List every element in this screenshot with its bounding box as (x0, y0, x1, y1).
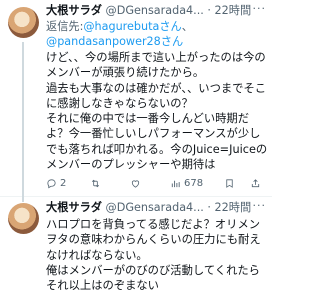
user-handle[interactable]: @DGensarada4... (106, 201, 204, 214)
mention-link[interactable]: @hagurebutaさん (83, 20, 181, 33)
more-options-icon[interactable]: ··· (253, 199, 267, 212)
like-button[interactable] (130, 178, 141, 189)
thread-connector-line (22, 42, 24, 202)
tweet-text-content: けど、、今の場所まで這い上がったのは今のメンバーが頑張り続けたから。 過去も大事… (46, 51, 268, 172)
views-button[interactable]: 678 (170, 178, 203, 189)
reply-to-line: 返信先:@hagurebutaさん、 @pandasanpower28さん (46, 20, 266, 49)
share-button[interactable] (250, 178, 261, 189)
reply-button[interactable]: 2 (46, 178, 66, 189)
retweet-button[interactable] (90, 178, 101, 189)
tweet-text: ハロプロを背負ってる感じだよ？オリメンヲタの意味わからんくらいの圧力にも耐えなけ… (46, 217, 268, 293)
views-icon (171, 180, 180, 188)
display-name[interactable]: 大根サラダ (46, 201, 102, 214)
like-icon (131, 180, 140, 188)
action-bar: 2 678 (46, 178, 266, 192)
separator-dot: · (207, 201, 211, 214)
tweet-2[interactable]: 大根サラダ @DGensarada4... · 22時間 ··· ハロプロを背負… (0, 197, 272, 300)
retweet-icon (91, 179, 100, 188)
bookmark-button[interactable] (224, 178, 235, 189)
display-name[interactable]: 大根サラダ (46, 4, 102, 17)
views-count: 678 (184, 178, 204, 189)
user-handle[interactable]: @DGensarada4... (106, 4, 204, 17)
mention-link[interactable]: @pandasanpower28さん (46, 35, 183, 48)
reply-icon (47, 179, 56, 189)
bookmark-icon (226, 179, 233, 188)
reply-prefix: 返信先: (46, 20, 84, 33)
user-avatar[interactable] (8, 7, 39, 38)
tweet-header: 大根サラダ @DGensarada4... · 22時間 (46, 4, 266, 18)
share-icon (251, 179, 260, 188)
tweet-header: 大根サラダ @DGensarada4... · 22時間 (46, 201, 266, 215)
tweet-text-content: ハロプロを背負ってる感じだよ？オリメンヲタの意味わからんくらいの圧力にも耐えなけ… (46, 218, 261, 293)
timestamp[interactable]: 22時間 (215, 4, 252, 17)
more-options-icon[interactable]: ··· (253, 2, 267, 15)
tweet-text: けど、、今の場所まで這い上がったのは今のメンバーが頑張り続けたから。 過去も大事… (46, 50, 268, 172)
tweet-1[interactable]: 大根サラダ @DGensarada4... · 22時間 ··· 返信先:@ha… (0, 0, 272, 202)
reply-count: 2 (60, 178, 67, 189)
separator-dot: · (207, 4, 211, 17)
timestamp[interactable]: 22時間 (215, 201, 252, 214)
mention-separator: 、 (181, 20, 193, 33)
user-avatar[interactable] (8, 203, 39, 234)
